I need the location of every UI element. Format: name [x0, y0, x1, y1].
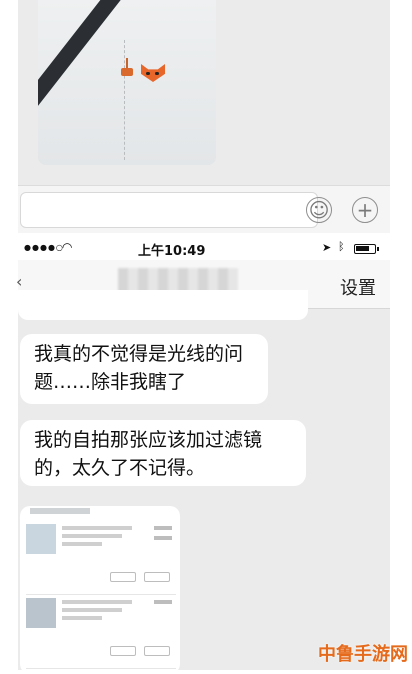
screenshot-message[interactable] [20, 506, 180, 674]
order-action-button [144, 572, 170, 582]
phone-screenshot: ●●●●○ ◠ 上午10:49 ➤ ᛒ ‹ 设置 我真的不觉得是光线的问题……除… [16, 238, 390, 674]
order-item [26, 520, 176, 595]
plus-icon[interactable]: + [352, 197, 378, 223]
photo-message[interactable] [38, 0, 216, 165]
battery-icon [354, 244, 379, 254]
signal-icon: ●●●●○ [24, 243, 64, 252]
product-thumbnail [26, 598, 56, 628]
zipper-charm [118, 58, 138, 78]
bluetooth-icon: ᛒ [338, 240, 345, 253]
order-action-button [144, 646, 170, 656]
chat-message: 我真的不觉得是光线的问题……除非我瞎了 [20, 334, 268, 404]
redacted-message [18, 290, 308, 320]
wifi-icon: ◠ [62, 240, 73, 254]
status-bar: ●●●●○ ◠ 上午10:49 ➤ ᛒ [18, 238, 390, 260]
shot-header [30, 508, 90, 514]
order-action-button [110, 572, 136, 582]
location-icon: ➤ [322, 241, 332, 254]
fox-embroidery [136, 58, 170, 88]
chat-message: 我的自拍那张应该加过滤镜的，太久了不记得。 [20, 420, 306, 486]
site-watermark: 中鲁手游网 [318, 644, 408, 665]
product-thumbnail [26, 524, 56, 554]
back-chevron-icon[interactable]: ‹ [16, 272, 22, 291]
order-action-button [110, 646, 136, 656]
emoji-icon[interactable]: ☺ [306, 197, 332, 223]
order-item [26, 594, 176, 669]
message-input-bar: ☺ + [18, 185, 390, 234]
message-input[interactable] [20, 192, 318, 228]
status-time: 上午10:49 [138, 244, 206, 259]
settings-link[interactable]: 设置 [340, 274, 376, 300]
